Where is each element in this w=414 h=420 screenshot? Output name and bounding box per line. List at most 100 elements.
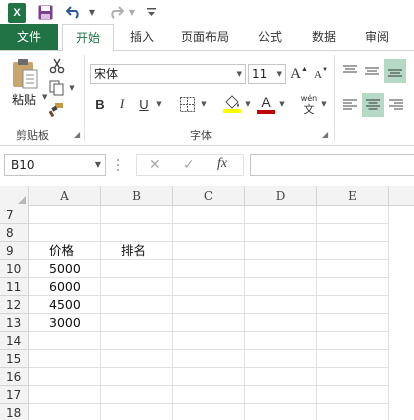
cell-b13[interactable] bbox=[101, 314, 173, 332]
grow-font-button[interactable]: A ▲ bbox=[290, 65, 308, 83]
cell-a10[interactable]: 5000 bbox=[29, 260, 101, 278]
name-box[interactable]: B10 ▼ bbox=[4, 154, 106, 176]
tab-home[interactable]: 开始 bbox=[62, 24, 114, 51]
cell-b17[interactable] bbox=[101, 386, 173, 404]
cell-e17[interactable] bbox=[317, 386, 389, 404]
tab-data[interactable]: 数据 bbox=[304, 24, 344, 50]
cell-d7[interactable] bbox=[245, 206, 317, 224]
underline-dropdown-icon[interactable]: ▼ bbox=[155, 99, 163, 109]
tab-file[interactable]: 文件 bbox=[0, 24, 58, 50]
cell-d11[interactable] bbox=[245, 278, 317, 296]
tab-page-layout[interactable]: 页面布局 bbox=[170, 24, 240, 50]
paste-button[interactable]: 粘贴 bbox=[12, 91, 36, 108]
align-left-icon[interactable] bbox=[340, 95, 360, 115]
cell-a15[interactable] bbox=[29, 350, 101, 368]
insert-function-button[interactable]: fx bbox=[217, 156, 227, 172]
save-icon[interactable] bbox=[37, 2, 53, 22]
undo-icon[interactable] bbox=[66, 2, 82, 22]
cell-b11[interactable] bbox=[101, 278, 173, 296]
cell-d12[interactable] bbox=[245, 296, 317, 314]
phonetic-dropdown-icon[interactable]: ▼ bbox=[320, 99, 328, 109]
fill-color-dropdown-icon[interactable]: ▼ bbox=[244, 99, 252, 109]
copy-icon[interactable] bbox=[48, 79, 66, 97]
column-header-d[interactable]: D bbox=[245, 186, 317, 206]
row-header[interactable]: 10 bbox=[0, 260, 29, 278]
cell-b12[interactable] bbox=[101, 296, 173, 314]
cell-a14[interactable] bbox=[29, 332, 101, 350]
cell-b15[interactable] bbox=[101, 350, 173, 368]
bold-button[interactable]: B bbox=[92, 95, 108, 113]
cell-a7[interactable] bbox=[29, 206, 101, 224]
customize-toolbar-icon[interactable] bbox=[146, 2, 156, 22]
cell-b16[interactable] bbox=[101, 368, 173, 386]
borders-dropdown-icon[interactable]: ▼ bbox=[200, 99, 208, 109]
cell-e18[interactable] bbox=[317, 404, 389, 420]
row-header[interactable]: 11 bbox=[0, 278, 29, 296]
cancel-icon[interactable]: ✕ bbox=[149, 157, 161, 173]
cell-c16[interactable] bbox=[173, 368, 245, 386]
row-header[interactable]: 13 bbox=[0, 314, 29, 332]
cell-b18[interactable] bbox=[101, 404, 173, 420]
cell-d13[interactable] bbox=[245, 314, 317, 332]
font-name-select[interactable]: 宋体 ▼ bbox=[90, 64, 246, 84]
format-painter-icon[interactable] bbox=[48, 101, 66, 119]
column-header-b[interactable]: B bbox=[101, 186, 173, 206]
column-header-a[interactable]: A bbox=[29, 186, 101, 206]
row-header[interactable]: 9 bbox=[0, 242, 29, 260]
bottom-align-icon[interactable] bbox=[384, 59, 406, 83]
font-name-dropdown-icon[interactable]: ▼ bbox=[237, 65, 242, 83]
cell-a8[interactable] bbox=[29, 224, 101, 242]
cell-d17[interactable] bbox=[245, 386, 317, 404]
cell-e11[interactable] bbox=[317, 278, 389, 296]
redo-icon[interactable] bbox=[108, 2, 124, 22]
copy-dropdown-icon[interactable]: ▼ bbox=[68, 84, 76, 92]
italic-button[interactable]: I bbox=[114, 95, 130, 113]
cell-c11[interactable] bbox=[173, 278, 245, 296]
tab-insert[interactable]: 插入 bbox=[122, 24, 162, 50]
tab-review[interactable]: 审阅 bbox=[356, 24, 398, 50]
cell-c18[interactable] bbox=[173, 404, 245, 420]
phonetic-guide-button[interactable]: wén 文 bbox=[298, 92, 320, 118]
paste-icon[interactable] bbox=[10, 57, 40, 89]
cell-b8[interactable] bbox=[101, 224, 173, 242]
font-color-button[interactable]: A bbox=[256, 93, 276, 115]
cell-e15[interactable] bbox=[317, 350, 389, 368]
cell-d16[interactable] bbox=[245, 368, 317, 386]
undo-dropdown-icon[interactable]: ▼ bbox=[88, 2, 96, 22]
cell-c8[interactable] bbox=[173, 224, 245, 242]
name-box-dropdown-icon[interactable]: ▼ bbox=[95, 155, 101, 175]
cell-c14[interactable] bbox=[173, 332, 245, 350]
row-header[interactable]: 14 bbox=[0, 332, 29, 350]
redo-dropdown-icon[interactable]: ▼ bbox=[128, 2, 136, 22]
column-header-e[interactable]: E bbox=[317, 186, 389, 206]
font-launcher-icon[interactable]: ◢ bbox=[322, 130, 328, 139]
cell-e10[interactable] bbox=[317, 260, 389, 278]
fill-color-icon[interactable] bbox=[222, 93, 242, 115]
cell-a13[interactable]: 3000 bbox=[29, 314, 101, 332]
enter-icon[interactable]: ✓ bbox=[183, 157, 195, 173]
row-header[interactable]: 17 bbox=[0, 386, 29, 404]
borders-icon[interactable] bbox=[178, 95, 196, 113]
cell-a11[interactable]: 6000 bbox=[29, 278, 101, 296]
cell-a17[interactable] bbox=[29, 386, 101, 404]
cell-d18[interactable] bbox=[245, 404, 317, 420]
middle-align-icon[interactable] bbox=[362, 61, 382, 81]
cell-e7[interactable] bbox=[317, 206, 389, 224]
row-header[interactable]: 7 bbox=[0, 206, 29, 224]
row-header[interactable]: 12 bbox=[0, 296, 29, 314]
cell-a9[interactable]: 价格 bbox=[29, 242, 101, 260]
cell-c15[interactable] bbox=[173, 350, 245, 368]
font-size-select[interactable]: 11 ▼ bbox=[248, 64, 286, 84]
cell-d10[interactable] bbox=[245, 260, 317, 278]
cell-c17[interactable] bbox=[173, 386, 245, 404]
row-header[interactable]: 16 bbox=[0, 368, 29, 386]
tab-formulas[interactable]: 公式 bbox=[250, 24, 290, 50]
cell-b9[interactable]: 排名 bbox=[101, 242, 173, 260]
font-color-dropdown-icon[interactable]: ▼ bbox=[278, 99, 286, 109]
cell-a12[interactable]: 4500 bbox=[29, 296, 101, 314]
cut-icon[interactable] bbox=[48, 57, 66, 75]
cell-e13[interactable] bbox=[317, 314, 389, 332]
cell-d14[interactable] bbox=[245, 332, 317, 350]
cell-c12[interactable] bbox=[173, 296, 245, 314]
cell-e14[interactable] bbox=[317, 332, 389, 350]
